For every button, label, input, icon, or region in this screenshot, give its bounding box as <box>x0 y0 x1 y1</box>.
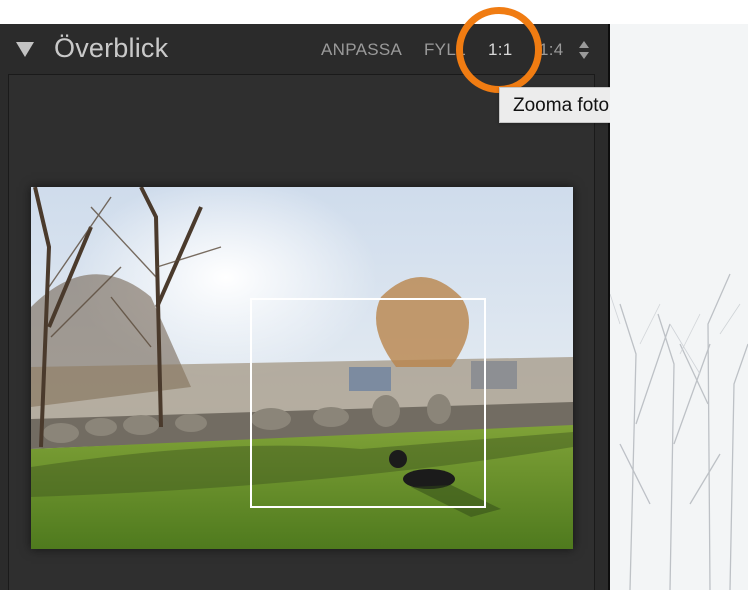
stepper-up-icon[interactable] <box>579 41 589 48</box>
highlight-circle <box>456 7 542 93</box>
zoom-fit-option[interactable]: ANPASSA <box>321 40 402 60</box>
panel-title: Överblick <box>54 33 169 63</box>
collapse-triangle-icon[interactable] <box>16 42 34 57</box>
zoom-1-4-option[interactable]: 1:4 <box>539 40 564 60</box>
navigator-preview-area <box>8 74 595 590</box>
bare-trees-photo <box>610 24 748 590</box>
navigator-thumbnail[interactable] <box>31 187 573 549</box>
stepper-down-icon[interactable] <box>579 52 589 59</box>
photo-thumbnail-image <box>31 187 573 549</box>
zoom-stepper-icon[interactable] <box>578 41 590 61</box>
top-strip <box>0 0 748 24</box>
main-image-view[interactable] <box>610 24 748 590</box>
